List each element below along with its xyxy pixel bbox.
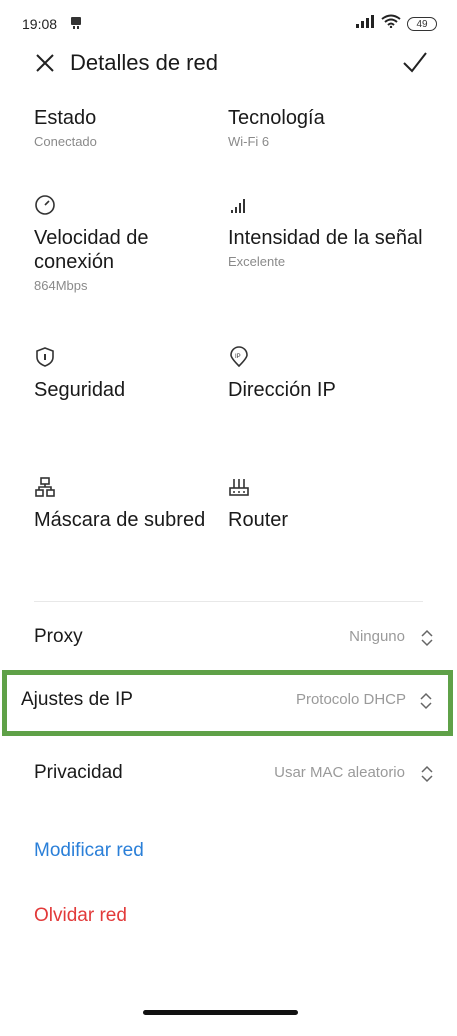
row-label: Ajustes de IP <box>21 689 133 710</box>
row-value: Usar MAC aleatorio <box>274 764 405 781</box>
detail-value: 864Mbps <box>34 278 88 293</box>
detail-router: Router <box>228 476 428 532</box>
signal-bars-icon <box>228 194 250 216</box>
battery-icon: 49 <box>407 16 437 31</box>
detail-label: Estado <box>34 107 97 129</box>
svg-text:IP: IP <box>235 354 241 360</box>
wifi-icon <box>381 14 401 33</box>
confirm-check-icon[interactable] <box>401 50 429 76</box>
detail-label: Intensidad de la señal <box>228 227 423 249</box>
detail-label: Tecnología <box>228 107 325 129</box>
ip-settings-row[interactable]: Ajustes de IP Protocolo DHCP <box>2 670 453 736</box>
privacy-row[interactable]: Privacidad Usar MAC aleatorio <box>0 744 457 804</box>
section-divider <box>34 601 423 602</box>
detail-label: Router <box>228 509 289 531</box>
speedometer-icon <box>34 194 56 216</box>
detail-label: Máscara de subred <box>34 509 206 531</box>
network-tree-icon <box>34 476 56 498</box>
cell-signal-icon <box>355 14 375 33</box>
chevron-up-down-icon <box>419 764 435 784</box>
forget-network-link[interactable]: Olvidar red <box>34 905 127 927</box>
home-indicator[interactable] <box>143 1010 298 1015</box>
status-indicators: 49 <box>355 14 437 33</box>
page-title: Detalles de red <box>70 50 218 75</box>
detail-seguridad: Seguridad <box>34 346 234 402</box>
status-bar: 19:08 49 <box>0 0 457 48</box>
close-icon[interactable] <box>34 52 56 74</box>
detail-ip: IP Dirección IP <box>228 346 428 402</box>
detail-label: Dirección IP <box>228 379 336 401</box>
detail-velocidad: Velocidad de conexión 864Mbps <box>34 194 234 293</box>
detail-label: Velocidad de conexión <box>34 227 149 273</box>
ip-pin-icon: IP <box>228 346 250 368</box>
app-header: Detalles de red <box>0 48 457 104</box>
router-icon <box>228 476 250 498</box>
detail-value: Conectado <box>34 134 97 149</box>
detail-value: Wi-Fi 6 <box>228 134 270 149</box>
proxy-row[interactable]: Proxy Ninguno <box>0 608 457 668</box>
chevron-up-down-icon <box>418 691 434 711</box>
detail-tecnologia: Tecnología Wi-Fi 6 <box>228 106 428 149</box>
modify-network-link[interactable]: Modificar red <box>34 840 144 862</box>
detail-label: Seguridad <box>34 379 126 401</box>
shield-icon <box>34 346 56 368</box>
row-value: Protocolo DHCP <box>295 691 406 708</box>
row-value: Ninguno <box>349 628 405 645</box>
detail-mascara: Máscara de subred <box>34 476 234 532</box>
detail-intensidad: Intensidad de la señal Excelente <box>228 194 428 269</box>
chevron-up-down-icon <box>419 628 435 648</box>
row-label: Privacidad <box>34 762 123 783</box>
detail-estado: Estado Conectado <box>34 106 234 149</box>
row-label: Proxy <box>34 626 83 647</box>
status-time: 19:08 <box>22 16 58 32</box>
detail-value: Excelente <box>228 254 286 269</box>
notification-icon <box>70 16 82 35</box>
